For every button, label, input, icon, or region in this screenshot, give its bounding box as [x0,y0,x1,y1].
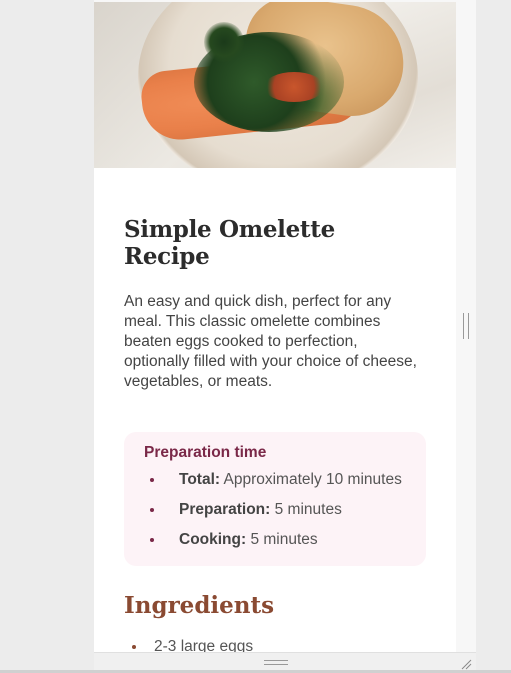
prep-item-label: Preparation: [179,501,271,518]
prep-item-label: Total: [179,471,221,488]
vertical-resize-grip-icon[interactable] [463,313,469,339]
recipe-description: An easy and quick dish, perfect for any … [124,293,417,390]
preparation-time-list: Total: Approximately 10 minutes Preparat… [144,470,406,550]
ingredients-heading: Ingredients [124,592,275,619]
list-item: 2-3 large eggs [124,637,426,652]
recipe-card: Simple Omelette Recipe An easy and quick… [94,2,456,652]
recipe-content: Simple Omelette Recipe An easy and quick… [94,168,456,652]
preview-frame: Simple Omelette Recipe An easy and quick… [94,0,476,673]
bullet-icon [132,645,136,649]
horizontal-resize-grip-icon[interactable] [264,660,288,665]
bullet-icon [150,478,154,482]
ingredients-list: 2-3 large eggs [124,637,426,652]
prep-item-label: Cooking: [179,531,247,548]
preparation-time-heading: Preparation time [144,444,267,461]
omelette-hero-image [94,2,456,168]
ingredient-text: 2-3 large eggs [154,638,254,652]
prep-item-preparation: Preparation: 5 minutes [144,500,406,520]
corner-resize-grip-icon[interactable] [460,658,472,670]
prep-item-value: 5 minutes [250,531,318,548]
bullet-icon [150,538,154,542]
recipe-title: Simple Omelette Recipe [124,216,335,270]
prep-item-total: Total: Approximately 10 minutes [144,470,406,490]
prep-item-value: 5 minutes [274,501,342,518]
preparation-time-box: Preparation time Total: Approximately 10… [124,432,426,566]
prep-item-value: Approximately 10 minutes [223,471,402,488]
prep-item-cooking: Cooking: 5 minutes [144,530,406,550]
bullet-icon [150,508,154,512]
